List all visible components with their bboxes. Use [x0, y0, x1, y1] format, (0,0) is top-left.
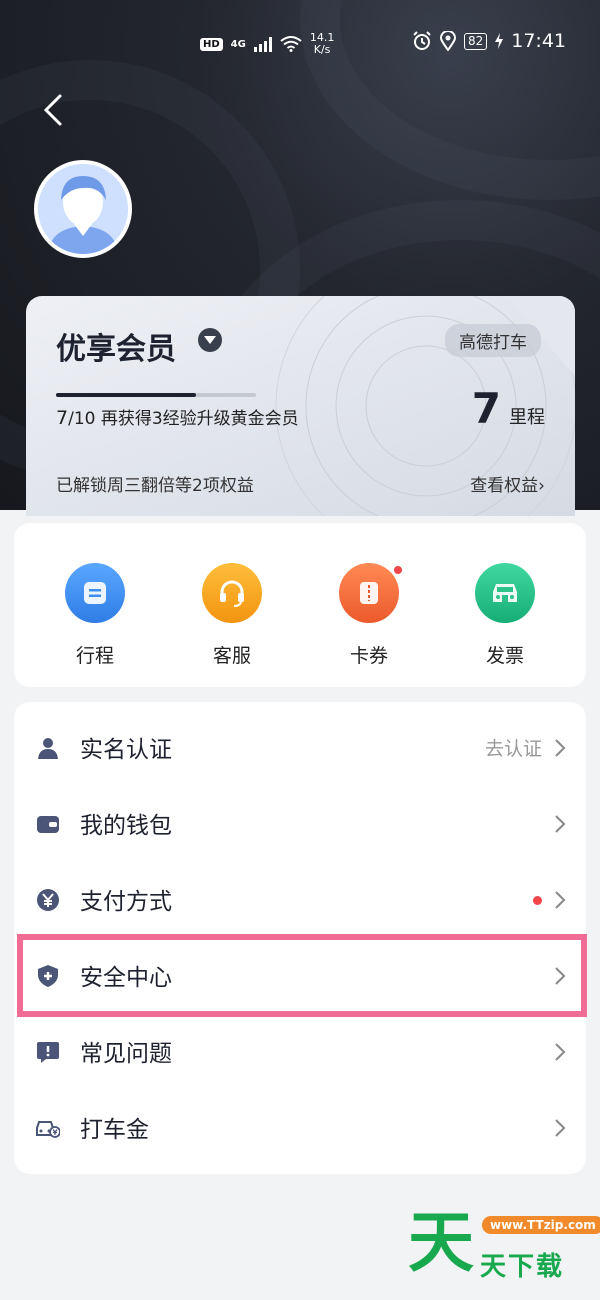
menu-item-label: 常见问题: [80, 1041, 172, 1067]
wifi-icon: [280, 36, 302, 52]
quick-action-label: 客服: [212, 645, 251, 667]
member-dropdown-icon[interactable]: [198, 328, 222, 352]
menu-item-label: 支付方式: [80, 889, 172, 915]
chevron-right-icon: [555, 739, 566, 757]
watermark-text: 天下载: [480, 1252, 565, 1282]
payment-notification-dot: [533, 896, 542, 905]
exp-progress-bar: [56, 393, 256, 397]
chevron-right-icon: [555, 815, 566, 833]
coupon-notification-dot: [393, 565, 403, 575]
menu-item-label: 打车金: [80, 1117, 149, 1143]
member-card[interactable]: 优享会员 高德打车 7/10 再获得3经验升级黄金会员 7 里程 已解锁周三翻倍…: [26, 296, 575, 516]
wallet-icon: [37, 816, 59, 833]
menu-item-ride-credit[interactable]: 打车金: [14, 1090, 586, 1166]
battery-indicator: 82: [463, 32, 488, 50]
watermark-url: www.TTzip.com: [482, 1216, 600, 1234]
quick-action-invoice[interactable]: 发票: [455, 563, 555, 668]
yuan-icon: [37, 889, 59, 911]
charging-icon: [495, 33, 504, 49]
faq-icon: [37, 1042, 59, 1063]
exp-upgrade-text: 再获得3经验升级黄金会员: [100, 409, 299, 429]
user-icon: [38, 738, 58, 759]
menu-item-payment[interactable]: 支付方式: [14, 862, 586, 938]
exp-text: 7/10 再获得3经验升级黄金会员: [56, 404, 299, 429]
quick-action-service[interactable]: 客服: [182, 563, 282, 668]
network-type: 4G: [230, 38, 246, 50]
menu-list: 实名认证 去认证 我的钱包 支付方式 安全中心 常见问题 打车金: [14, 702, 586, 1174]
hd-badge: HD: [200, 37, 223, 51]
headset-icon: [202, 563, 262, 623]
menu-item-label: 我的钱包: [80, 813, 172, 839]
trip-icon: [65, 563, 125, 623]
mileage-value: 7: [471, 384, 501, 433]
chevron-right-icon: [555, 891, 566, 909]
speed-unit: K/s: [313, 43, 331, 56]
chevron-right-icon: [555, 1043, 566, 1061]
alarm-icon: [413, 31, 431, 50]
quick-action-label: 行程: [75, 645, 114, 667]
menu-item-security-center[interactable]: 安全中心: [14, 938, 586, 1014]
avatar[interactable]: [34, 160, 132, 258]
menu-item-real-name[interactable]: 实名认证 去认证: [14, 710, 586, 786]
back-arrow-icon[interactable]: [36, 90, 76, 130]
status-left: HD 4G 14.1 K/s: [200, 32, 334, 56]
coupon-icon: [339, 563, 403, 623]
verify-hint: 去认证: [484, 738, 542, 760]
avatar-person-icon: [38, 164, 128, 254]
unlocked-benefits-text: 已解锁周三翻倍等2项权益: [56, 476, 254, 496]
status-right: 82 17:41: [412, 30, 566, 52]
menu-item-label: 安全中心: [80, 965, 172, 991]
network-speed: 14.1 K/s: [310, 32, 335, 56]
invoice-car-icon: [475, 563, 535, 623]
exp-current: 7: [56, 407, 69, 429]
site-watermark: 天 www.TTzip.com 天下载: [408, 1204, 600, 1284]
location-icon: [439, 31, 456, 51]
view-rights-link[interactable]: 查看权益›: [470, 471, 545, 496]
exp-total: /10: [68, 409, 96, 429]
member-source-badge: 高德打车: [445, 324, 541, 357]
quick-action-coupon[interactable]: 卡券: [319, 563, 419, 668]
quick-action-label: 发票: [485, 645, 524, 667]
chevron-right-icon: [555, 967, 566, 985]
quick-action-label: 卡券: [349, 645, 388, 667]
exp-progress-fill: [56, 393, 196, 397]
menu-item-label: 实名认证: [80, 737, 172, 763]
car-money-icon: [36, 1121, 60, 1138]
mileage: 7 里程: [472, 384, 545, 433]
signal-icon: [253, 36, 272, 52]
status-bar: HD 4G 14.1 K/s 82 17:41: [0, 26, 600, 62]
member-title: 优享会员: [56, 332, 176, 367]
watermark-logo-char: 天: [408, 1204, 474, 1281]
chevron-right-icon: [555, 1119, 566, 1137]
quick-action-trip[interactable]: 行程: [45, 563, 145, 668]
shield-icon: [38, 965, 58, 987]
clock-time: 17:41: [511, 30, 566, 52]
menu-item-faq[interactable]: 常见问题: [14, 1014, 586, 1090]
mileage-unit: 里程: [509, 407, 545, 428]
quick-actions-card: 行程 客服 卡券 发票: [14, 523, 586, 687]
menu-item-wallet[interactable]: 我的钱包: [14, 786, 586, 862]
